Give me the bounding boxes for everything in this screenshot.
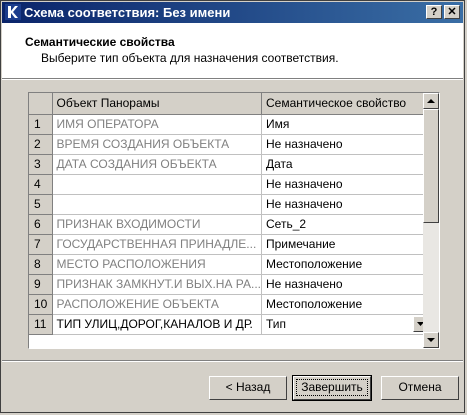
row-number: 7: [29, 234, 53, 255]
mapping-table: Объект Панорамы Семантическое свойство 1…: [29, 93, 428, 335]
page-subtitle: Выберите тип объекта для назначения соот…: [41, 51, 339, 65]
mapping-grid[interactable]: Объект Панорамы Семантическое свойство 1…: [28, 92, 440, 349]
row-number: 5: [29, 194, 53, 215]
object-cell[interactable]: МЕСТО РАСПОЛОЖЕНИЯ: [52, 254, 262, 275]
property-cell[interactable]: Имя: [261, 114, 428, 135]
window-title: Схема соответствия: Без имени: [24, 5, 231, 20]
row-number: 1: [29, 114, 53, 135]
back-button[interactable]: < Назад: [209, 376, 287, 400]
scroll-down-button[interactable]: [423, 332, 439, 348]
property-cell[interactable]: Местоположение: [261, 294, 428, 315]
property-cell[interactable]: Не назначено: [261, 194, 428, 215]
property-value: Не назначено: [266, 277, 343, 291]
close-button[interactable]: ✕: [444, 5, 460, 19]
footer-divider-highlight: [2, 361, 463, 362]
table-row[interactable]: 7 ГОСУДАРСТВЕННАЯ ПРИНАДЛЕ... Примечание: [29, 234, 428, 255]
property-value: Дата: [266, 157, 293, 171]
table-row[interactable]: 2 ВРЕМЯ СОЗДАНИЯ ОБЪЕКТА Не назначено: [29, 134, 428, 155]
property-value: Имя: [266, 117, 290, 131]
property-cell[interactable]: Сеть_2: [261, 214, 428, 235]
object-cell[interactable]: ПРИЗНАК ЗАМКНУТ.И ВЫХ.НА РА...: [52, 274, 262, 295]
help-button[interactable]: ?: [426, 5, 442, 19]
property-cell[interactable]: Тип: [261, 314, 428, 335]
row-number: 9: [29, 274, 53, 295]
column-header-object[interactable]: Объект Панорамы: [52, 93, 262, 115]
title-bar[interactable]: Схема соответствия: Без имени ? ✕: [2, 2, 463, 23]
arrow-up-icon: [427, 99, 435, 103]
property-value: Примечание: [266, 237, 336, 251]
row-number: 6: [29, 214, 53, 235]
row-number: 2: [29, 134, 53, 155]
property-value: Сеть_2: [266, 217, 307, 231]
table-row[interactable]: 9 ПРИЗНАК ЗАМКНУТ.И ВЫХ.НА РА... Не назнач…: [29, 274, 428, 295]
dialog-window: Схема соответствия: Без имени ? ✕ Семант…: [0, 0, 465, 413]
object-cell[interactable]: ТИП УЛИЦ,ДОРОГ,КАНАЛОВ И ДР.: [52, 314, 262, 335]
property-value: Не назначено: [266, 137, 343, 151]
header-divider: [2, 79, 463, 80]
table-header-row: Объект Панорамы Семантическое свойство: [29, 93, 428, 115]
app-logo-icon: [5, 4, 21, 20]
object-cell[interactable]: РАСПОЛОЖЕНИЕ ОБЪЕКТА: [52, 294, 262, 315]
wizard-header: Семантические свойства Выберите тип объе…: [2, 23, 463, 79]
row-number: 8: [29, 254, 53, 275]
column-header-property[interactable]: Семантическое свойство: [261, 93, 428, 115]
row-number: 11: [29, 314, 53, 335]
table-row[interactable]: 3 ДАТА СОЗДАНИЯ ОБЪЕКТА Дата: [29, 154, 428, 175]
row-number: 4: [29, 174, 53, 195]
object-cell[interactable]: ГОСУДАРСТВЕННАЯ ПРИНАДЛЕ...: [52, 234, 262, 255]
property-cell[interactable]: Не назначено: [261, 274, 428, 295]
property-cell[interactable]: Не назначено: [261, 134, 428, 155]
table-row[interactable]: 10 РАСПОЛОЖЕНИЕ ОБЪЕКТА Местоположение: [29, 294, 428, 315]
property-cell[interactable]: Примечание: [261, 234, 428, 255]
corner-cell: [29, 93, 53, 115]
property-value: Не назначено: [266, 177, 343, 191]
object-cell[interactable]: ВРЕМЯ СОЗДАНИЯ ОБЪЕКТА: [52, 134, 262, 155]
page-title: Семантические свойства: [25, 35, 175, 49]
vertical-scrollbar[interactable]: [423, 93, 439, 348]
row-number: 10: [29, 294, 53, 315]
object-cell[interactable]: ДАТА СОЗДАНИЯ ОБЪЕКТА: [52, 154, 262, 175]
property-value: Местоположение: [266, 257, 363, 271]
property-cell[interactable]: Не назначено: [261, 174, 428, 195]
property-cell[interactable]: Местоположение: [261, 254, 428, 275]
row-number: 3: [29, 154, 53, 175]
table-row[interactable]: 11 ТИП УЛИЦ,ДОРОГ,КАНАЛОВ И ДР. Тип: [29, 314, 428, 335]
table-row[interactable]: 1 ИМЯ ОПЕРАТОРА Имя: [29, 114, 428, 135]
object-cell[interactable]: ИМЯ ОПЕРАТОРА: [52, 114, 262, 135]
scroll-thumb[interactable]: [423, 109, 439, 223]
object-cell[interactable]: [52, 194, 262, 215]
table-row[interactable]: 5 Не назначено: [29, 194, 428, 215]
cancel-button[interactable]: Отмена: [381, 376, 459, 400]
property-cell[interactable]: Дата: [261, 154, 428, 175]
table-row[interactable]: 4 Не назначено: [29, 174, 428, 195]
property-value: Не назначено: [266, 197, 343, 211]
property-value: Тип: [266, 317, 287, 331]
finish-button[interactable]: Завершить: [292, 375, 372, 401]
object-cell[interactable]: ПРИЗНАК ВХОДИМОСТИ: [52, 214, 262, 235]
object-cell[interactable]: [52, 174, 262, 195]
arrow-down-icon: [427, 338, 435, 342]
scroll-up-button[interactable]: [423, 93, 439, 109]
property-value: Местоположение: [266, 297, 363, 311]
finish-button-label: Завершить: [296, 379, 368, 396]
table-row[interactable]: 8 МЕСТО РАСПОЛОЖЕНИЯ Местоположение: [29, 254, 428, 275]
table-row[interactable]: 6 ПРИЗНАК ВХОДИМОСТИ Сеть_2: [29, 214, 428, 235]
